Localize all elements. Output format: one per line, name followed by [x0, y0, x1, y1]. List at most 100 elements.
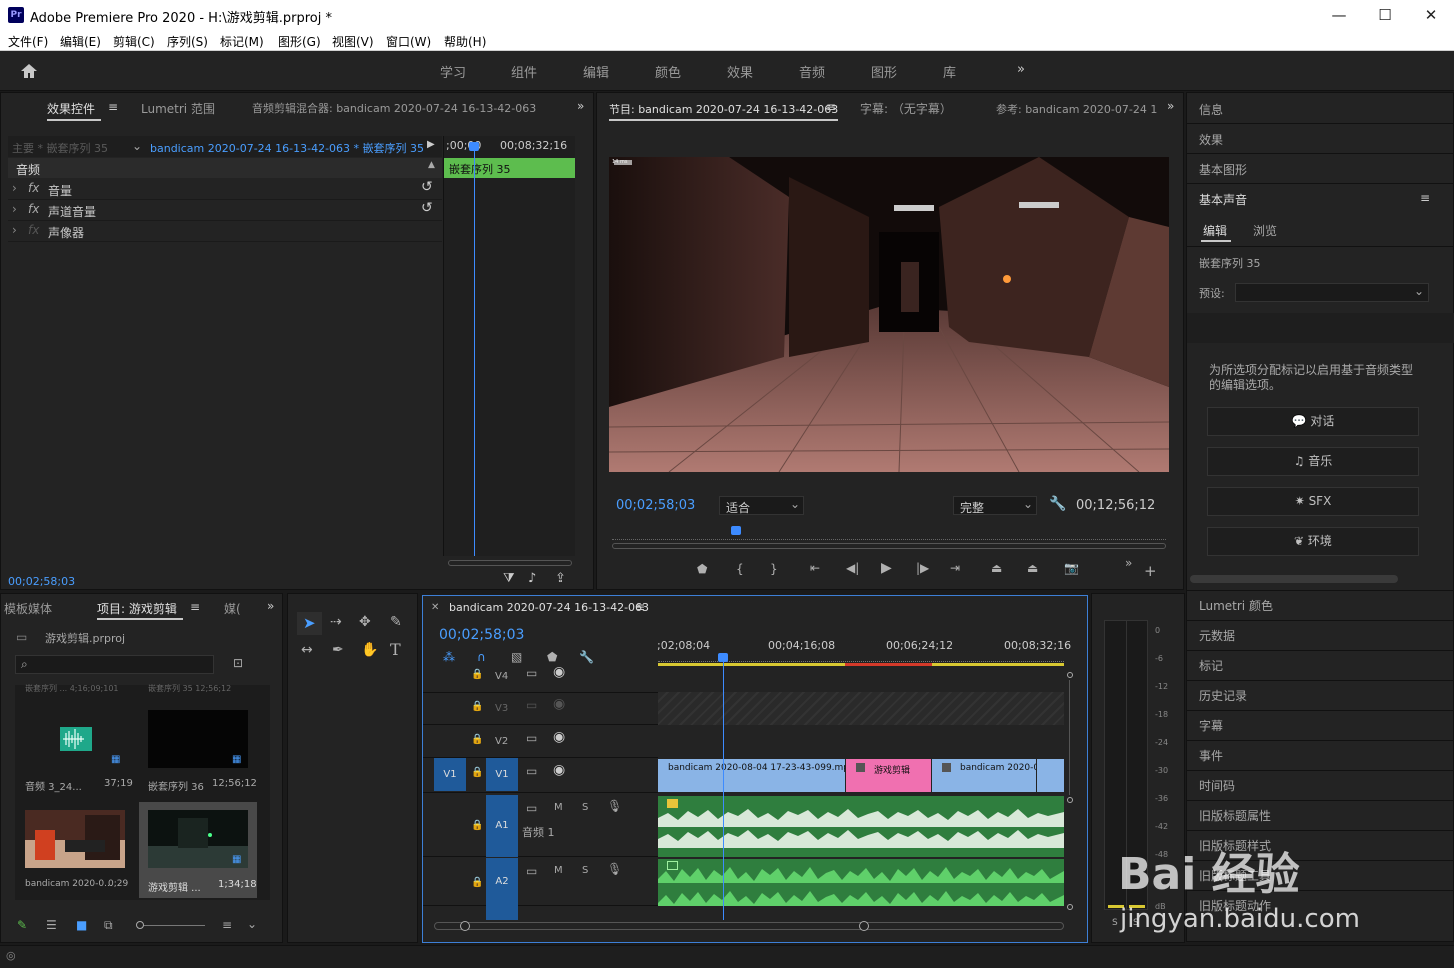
lock-icon[interactable]: 🔒 — [471, 669, 483, 680]
track-target-v1[interactable]: V1 — [486, 758, 518, 791]
tab-browse[interactable]: 浏览 — [1253, 222, 1277, 239]
type-tool-icon[interactable]: T — [390, 640, 401, 659]
panel-overflow-icon[interactable]: » — [1167, 99, 1174, 113]
tab-reference[interactable]: 参考: bandicam 2020-07-24 1 — [996, 101, 1157, 117]
v-scroll-handle[interactable] — [1067, 797, 1073, 803]
right-scrollbar[interactable] — [1190, 575, 1398, 583]
fx-icon[interactable]: fx — [28, 181, 39, 195]
tab-captions[interactable]: 字幕: （无字幕） — [860, 100, 952, 117]
source-clip-label[interactable]: bandicam 2020-07-24 16-13-42-063 * 嵌套序列 … — [150, 140, 424, 156]
source-patch-v1[interactable]: V1 — [434, 758, 466, 791]
panel-menu-icon[interactable]: ≡ — [826, 100, 836, 114]
music-button[interactable]: ♫ 音乐 — [1207, 447, 1419, 476]
panel-lumetri-color[interactable]: Lumetri 颜色 — [1199, 597, 1273, 614]
lock-icon[interactable]: 🔒 — [471, 734, 483, 745]
loop-audio-icon[interactable]: ♪ — [528, 571, 536, 586]
panel-metadata[interactable]: 元数据 — [1199, 627, 1235, 644]
expand-icon[interactable]: › — [12, 223, 17, 237]
lock-icon[interactable]: 🔒 — [471, 701, 483, 712]
pen-tool-icon[interactable]: ✒ — [332, 642, 344, 658]
panel-history[interactable]: 历史记录 — [1199, 687, 1247, 704]
program-timecode[interactable]: 00;02;58;03 — [616, 498, 695, 513]
tab-edit[interactable]: 编辑 — [1203, 222, 1227, 239]
tab-effect-controls[interactable]: 效果控件 — [47, 100, 95, 117]
effect-timecode[interactable]: 00;02;58;03 — [8, 575, 75, 588]
panel-menu-icon[interactable]: ≡ — [108, 100, 118, 114]
expand-icon[interactable]: › — [12, 181, 17, 195]
sync-lock-icon[interactable]: ▭ — [526, 666, 537, 680]
tab-media-browser[interactable]: 媒( — [224, 600, 241, 617]
close-sequence-icon[interactable]: ✕ — [431, 602, 439, 613]
solo-left-button[interactable]: S — [1112, 918, 1118, 928]
h-scrollbar[interactable] — [434, 922, 1064, 930]
menu-graphics[interactable]: 图形(G) — [278, 33, 321, 50]
minimize-button[interactable]: — — [1316, 0, 1362, 31]
lock-icon[interactable]: 🔒 — [471, 820, 483, 831]
workspace-more-icon[interactable]: » — [1017, 62, 1025, 77]
pencil-icon[interactable]: ✎ — [17, 918, 27, 932]
menu-file[interactable]: 文件(F) — [8, 33, 48, 50]
project-thumb-video[interactable] — [25, 810, 125, 868]
lock-icon[interactable]: 🔒 — [471, 877, 483, 888]
panel-overflow-icon[interactable]: » — [577, 99, 584, 113]
panel-menu-icon[interactable]: ≡ — [190, 600, 200, 614]
panel-menu-icon[interactable]: ≡ — [635, 600, 645, 614]
ambience-button[interactable]: ❦ 环境 — [1207, 527, 1419, 556]
solo-button[interactable]: S — [582, 802, 588, 813]
workspace-assembly[interactable]: 组件 — [511, 62, 537, 81]
mini-scrollbar[interactable] — [448, 560, 572, 566]
panel-menu-icon[interactable]: ≡ — [1420, 191, 1430, 205]
workspace-effects[interactable]: 效果 — [727, 62, 753, 81]
lift-icon[interactable]: ⏏ — [991, 561, 1002, 575]
timeline-timecode[interactable]: 00;02;58;03 — [439, 627, 524, 643]
audio-clip-a2[interactable] — [658, 859, 1064, 906]
menu-sequence[interactable]: 序列(S) — [167, 33, 208, 50]
panel-overflow-icon[interactable]: » — [267, 599, 274, 613]
selection-tool-icon[interactable]: ➤ — [303, 614, 316, 632]
expand-icon[interactable]: › — [12, 202, 17, 216]
tab-lumetri-scopes[interactable]: Lumetri 范围 — [141, 100, 215, 117]
play-icon[interactable]: ▶ — [881, 560, 892, 576]
sfx-button[interactable]: ✷ SFX — [1207, 487, 1419, 516]
menu-view[interactable]: 视图(V) — [332, 33, 374, 50]
fx-icon[interactable]: fx — [28, 202, 39, 216]
quality-select[interactable]: 完整 ⌄ — [953, 496, 1037, 515]
slip-tool-icon[interactable]: ↔ — [301, 642, 313, 658]
go-to-in-icon[interactable]: ⇤ — [810, 561, 820, 575]
panel-essential-sound[interactable]: 基本声音 — [1199, 191, 1247, 208]
video-clip-3[interactable] — [1037, 759, 1064, 792]
eye-icon[interactable]: ◉ — [553, 762, 565, 778]
workspace-learn[interactable]: 学习 — [440, 62, 466, 81]
sequence-tab[interactable]: bandicam 2020-07-24 16-13-42-063 — [449, 601, 649, 614]
sync-lock-icon[interactable]: ▭ — [526, 764, 537, 778]
h-scroll-handle-left[interactable] — [460, 921, 470, 931]
panel-info[interactable]: 信息 — [1199, 101, 1223, 118]
freeform-view-icon[interactable]: ⧉ — [104, 918, 113, 933]
menu-help[interactable]: 帮助(H) — [444, 33, 486, 50]
sync-lock-icon[interactable]: ▭ — [526, 698, 537, 712]
audio-clip-a1[interactable] — [658, 796, 1064, 857]
workspace-color[interactable]: 颜色 — [655, 62, 681, 81]
mute-button[interactable]: M — [554, 802, 563, 813]
playhead-handle[interactable] — [469, 142, 479, 151]
panel-markers[interactable]: 标记 — [1199, 657, 1223, 674]
microphone-icon[interactable]: 🎙 — [607, 862, 622, 876]
dialogue-button[interactable]: 💬 对话 — [1207, 407, 1419, 436]
sync-lock-icon[interactable]: ▭ — [526, 731, 537, 745]
panel-effects[interactable]: 效果 — [1199, 131, 1223, 148]
mini-clip[interactable]: 嵌套序列 35 — [444, 158, 575, 178]
track-target-a1[interactable]: A1 — [486, 795, 518, 857]
razor-tool-icon[interactable]: ✎ — [390, 614, 402, 630]
lock-icon[interactable]: 🔒 — [471, 767, 483, 778]
panel-legacy-title-props[interactable]: 旧版标题属性 — [1199, 807, 1271, 824]
panel-captions[interactable]: 字幕 — [1199, 717, 1223, 734]
play-preview-icon[interactable]: ▶ — [427, 139, 435, 150]
master-clip-label[interactable]: 主要 * 嵌套序列 35 — [12, 140, 108, 156]
camera-icon[interactable]: 📷 — [1064, 561, 1079, 575]
menu-marker[interactable]: 标记(M) — [220, 33, 264, 50]
h-scroll-handle-right[interactable] — [859, 921, 869, 931]
program-playhead[interactable] — [731, 526, 741, 535]
close-button[interactable]: ✕ — [1408, 0, 1454, 31]
workspace-editing[interactable]: 编辑 — [583, 62, 609, 81]
preset-select[interactable]: ⌄ — [1235, 283, 1429, 302]
